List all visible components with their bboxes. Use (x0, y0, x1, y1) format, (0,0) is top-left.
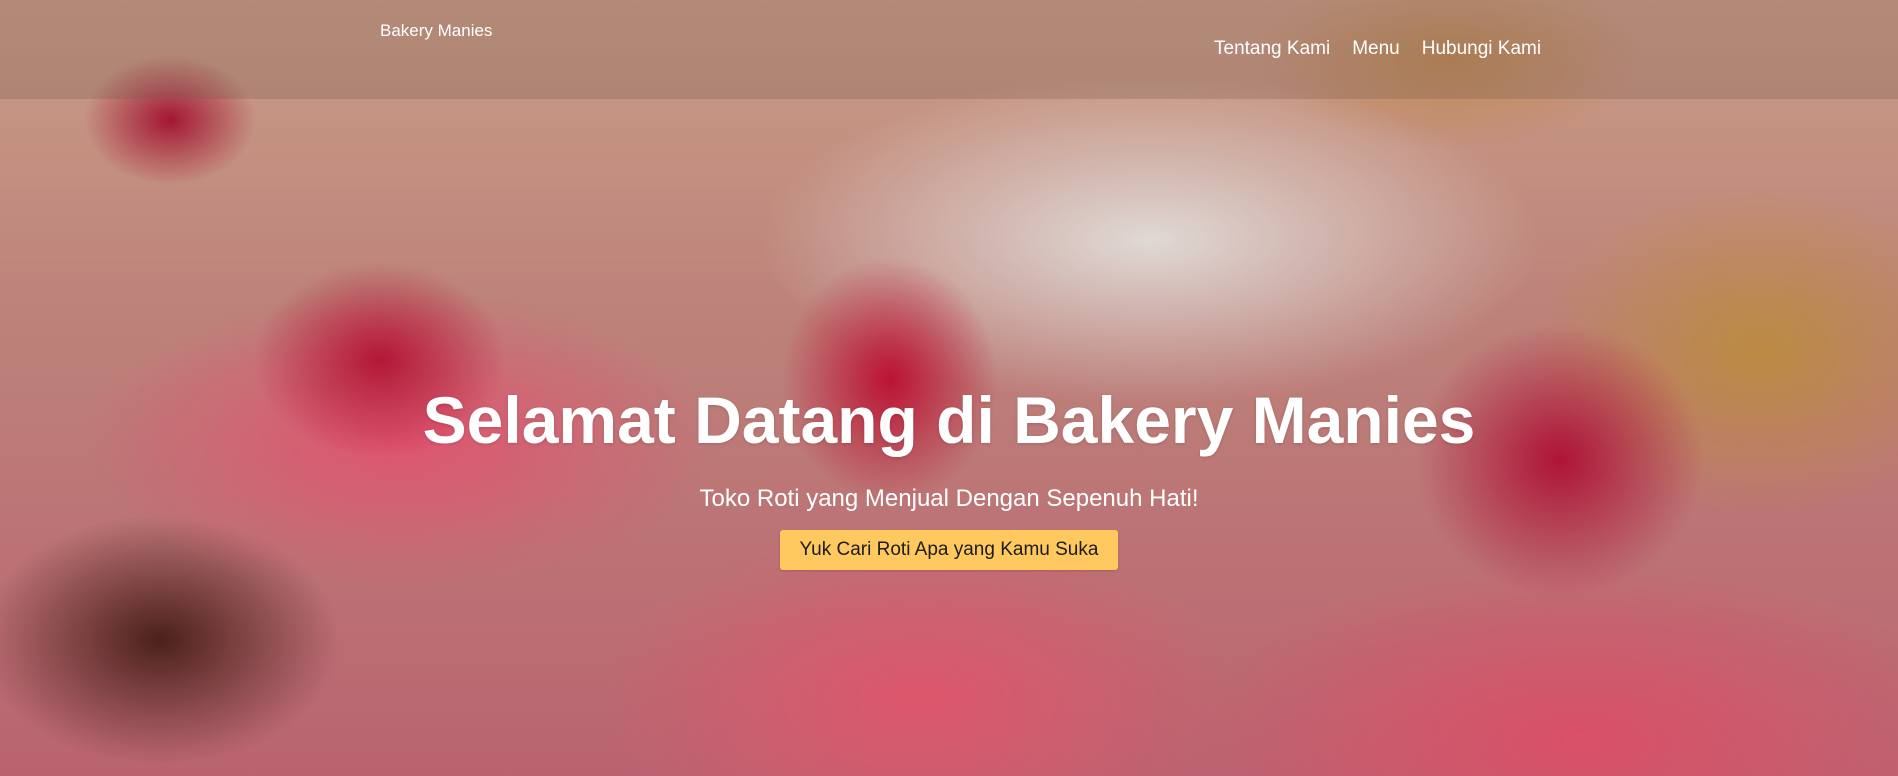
hero-content: Selamat Datang di Bakery Manies Toko Rot… (0, 380, 1898, 570)
hero-subtitle: Toko Roti yang Menjual Dengan Sepenuh Ha… (699, 485, 1199, 512)
nav-link-tentang-kami[interactable]: Tentang Kami (1214, 38, 1330, 60)
hero-title: Selamat Datang di Bakery Manies (422, 383, 1476, 457)
nav-link-hubungi-kami[interactable]: Hubungi Kami (1422, 38, 1541, 60)
hero-section: Bakery Manies Tentang Kami Menu Hubungi … (0, 0, 1898, 776)
cta-button[interactable]: Yuk Cari Roti Apa yang Kamu Suka (779, 530, 1119, 570)
navbar: Bakery Manies Tentang Kami Menu Hubungi … (0, 0, 1898, 99)
nav-links: Tentang Kami Menu Hubungi Kami (1214, 38, 1563, 60)
nav-link-menu[interactable]: Menu (1352, 38, 1400, 60)
brand-logo-link[interactable]: Bakery Manies (380, 21, 492, 41)
